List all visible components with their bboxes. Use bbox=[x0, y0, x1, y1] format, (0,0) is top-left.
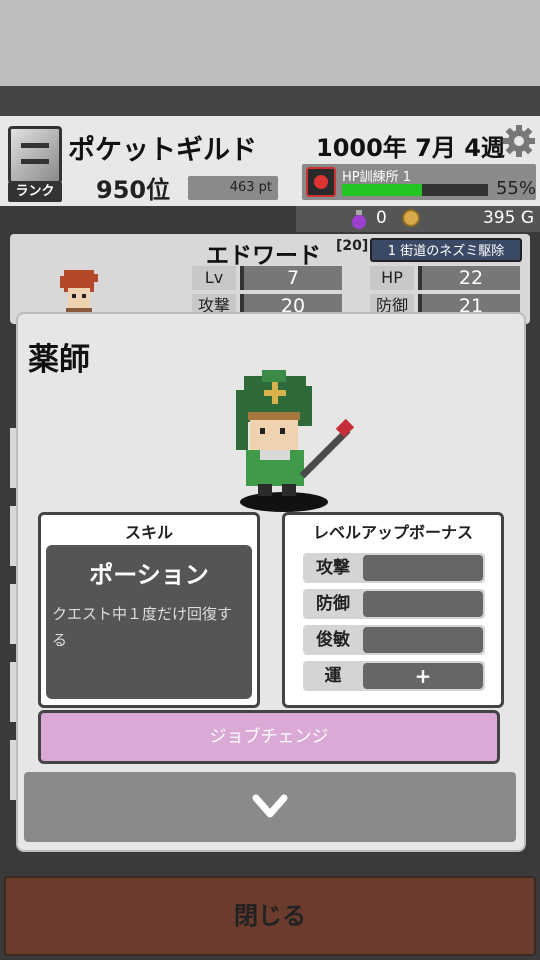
facility-progress-fill bbox=[342, 184, 423, 196]
bonus-value bbox=[363, 627, 483, 653]
rank-label: ランク bbox=[8, 182, 62, 202]
guild-header: ランク ポケットギルド 950位 463 pt 1000年 7月 4週 HP訓練… bbox=[0, 116, 540, 206]
job-change-button[interactable]: ジョブチェンジ bbox=[38, 710, 500, 764]
top-strip bbox=[0, 86, 540, 116]
skill-heading: スキル bbox=[124, 523, 173, 542]
level-bonus-heading: レベルアップボーナス bbox=[312, 523, 473, 542]
potion-count: 0 bbox=[376, 208, 387, 228]
stat-label: HP bbox=[370, 266, 414, 290]
stat-label: Lv bbox=[192, 266, 236, 290]
list-edge bbox=[10, 428, 18, 488]
potion-icon bbox=[352, 210, 366, 229]
list-edge bbox=[10, 662, 18, 722]
stat-value: 7 bbox=[240, 266, 342, 290]
bonus-value bbox=[363, 555, 483, 581]
bonus-row-agility: 俊敏 bbox=[303, 625, 485, 655]
chevron-down-icon bbox=[252, 794, 288, 818]
facility-progress-percent: 55% bbox=[495, 178, 536, 199]
pharmacist-sprite-icon bbox=[236, 370, 355, 512]
list-edge bbox=[10, 740, 18, 800]
top-empty-area bbox=[0, 0, 540, 86]
bonus-row-attack: 攻撃 bbox=[303, 553, 485, 583]
bonus-label: 運 bbox=[324, 666, 342, 686]
level-bonus-card: レベルアップボーナス 攻撃 防御 俊敏 運 + bbox=[282, 512, 504, 708]
bonus-label: 俊敏 bbox=[316, 630, 350, 650]
coin-icon bbox=[402, 209, 420, 227]
facility-icon bbox=[306, 167, 336, 197]
rank-position: 950位 bbox=[96, 176, 171, 204]
bonus-row-defense: 防御 bbox=[303, 589, 485, 619]
skill-card: スキル ポーション クエスト中１度だけ回復する bbox=[38, 512, 260, 708]
bonus-label: 防御 bbox=[316, 594, 350, 614]
quest-badge[interactable]: 1 街道のネズミ駆除 bbox=[370, 238, 522, 262]
bonus-label: 攻撃 bbox=[316, 558, 350, 578]
close-button[interactable]: 閉じる bbox=[4, 876, 536, 956]
facility-name: HP訓練所 1 bbox=[342, 170, 412, 185]
gold-amount: 395 G bbox=[482, 208, 534, 228]
facility-progress[interactable]: HP訓練所 1 55% bbox=[302, 164, 536, 200]
rank-badge[interactable]: ランク bbox=[8, 126, 62, 202]
stat-row-lv: Lv 7 bbox=[192, 266, 342, 290]
job-title: 薬師 bbox=[28, 342, 90, 378]
list-edge bbox=[10, 506, 18, 566]
points-display: 463 pt bbox=[188, 176, 278, 200]
rank-emblem-icon bbox=[8, 126, 62, 184]
bonus-value bbox=[363, 591, 483, 617]
game-date: 1000年 7月 4週 bbox=[316, 134, 505, 162]
skill-name: ポーション bbox=[89, 561, 209, 589]
character-level-tag: [20] bbox=[336, 238, 369, 254]
guild-name: ポケットギルド bbox=[68, 135, 257, 166]
gear-icon[interactable] bbox=[502, 124, 536, 158]
list-edge bbox=[10, 584, 18, 644]
character-panel: エドワード [20] 1 街道のネズミ駆除 Lv 7 HP 22 攻撃 20 防… bbox=[10, 234, 530, 324]
resource-bar: 0 395 G bbox=[296, 206, 540, 232]
skill-box: ポーション クエスト中１度だけ回復する bbox=[46, 545, 252, 699]
collapse-button[interactable] bbox=[24, 772, 516, 842]
character-name: エドワード bbox=[206, 243, 321, 269]
bonus-row-luck: 運 + bbox=[303, 661, 485, 691]
facility-progress-bar bbox=[342, 184, 488, 196]
stat-row-hp: HP 22 bbox=[370, 266, 520, 290]
bonus-value: + bbox=[363, 663, 483, 689]
job-detail-modal: 薬師 スキル ポーション クエスト中１度だけ回復する レベルアップボーナス 攻撃 bbox=[18, 314, 524, 850]
skill-description: クエスト中１度だけ回復する bbox=[52, 605, 233, 649]
stat-value: 22 bbox=[418, 266, 520, 290]
